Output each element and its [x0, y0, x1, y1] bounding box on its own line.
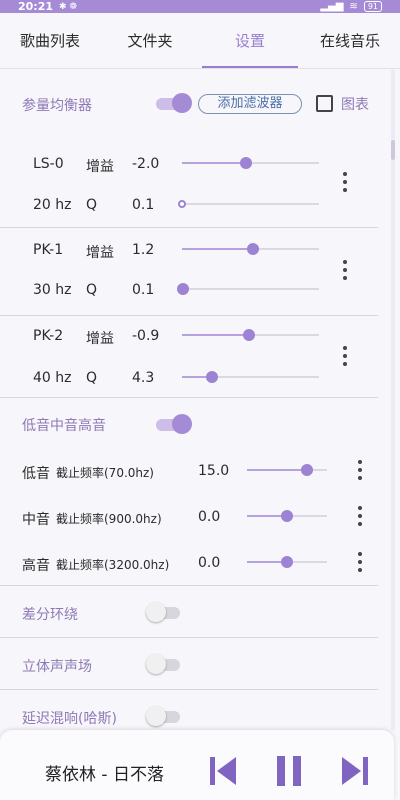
- band-slider[interactable]: [247, 464, 327, 476]
- surround-toggle[interactable]: [146, 602, 180, 622]
- scrollbar[interactable]: [391, 70, 395, 730]
- more-vert-icon[interactable]: [355, 506, 365, 528]
- band-name: 高音: [22, 558, 50, 574]
- band-cutoff: 截止频率(3200.0hz): [56, 558, 170, 572]
- filter-frequency: 20 hz: [33, 197, 72, 213]
- tab-folder[interactable]: 文件夹: [100, 13, 200, 68]
- previous-icon[interactable]: [208, 754, 238, 788]
- tone-band-bass: 低音 截止频率(70.0hz) 15.0: [0, 448, 378, 494]
- band-name: 低音: [22, 466, 50, 482]
- toggle-row-label: 差分环绕: [22, 607, 78, 623]
- more-vert-icon[interactable]: [355, 552, 365, 574]
- tab-song-list[interactable]: 歌曲列表: [0, 13, 100, 68]
- tone-band-treble: 高音 截止频率(3200.0hz) 0.0: [0, 540, 378, 586]
- toggle-row-label: 延迟混响(哈斯): [22, 711, 117, 727]
- stereo-field-toggle[interactable]: [146, 654, 180, 674]
- next-icon[interactable]: [340, 754, 370, 788]
- slider-thumb[interactable]: [177, 283, 190, 295]
- gain-slider[interactable]: [182, 243, 319, 255]
- toggle-row-haas-reverb: 延迟混响(哈斯): [0, 690, 378, 730]
- gain-label: 增益: [86, 245, 114, 261]
- band-value: 0.0: [198, 555, 221, 571]
- q-label: Q: [86, 370, 98, 386]
- filter-frequency: 40 hz: [33, 370, 72, 386]
- toggle-knob: [146, 602, 166, 622]
- slider-thumb[interactable]: [281, 556, 293, 568]
- slider-thumb[interactable]: [281, 510, 293, 522]
- gain-slider[interactable]: [182, 329, 319, 341]
- band-slider[interactable]: [247, 556, 327, 568]
- signal-icon: ▂▄▆: [320, 1, 344, 12]
- more-vert-icon[interactable]: [355, 460, 365, 482]
- q-label: Q: [86, 197, 98, 213]
- toggle-knob: [146, 654, 166, 674]
- q-label: Q: [86, 282, 98, 298]
- equalizer-toggle[interactable]: [156, 93, 192, 113]
- q-slider[interactable]: [177, 283, 319, 295]
- band-slider[interactable]: [247, 510, 327, 522]
- haas-reverb-toggle[interactable]: [146, 706, 180, 726]
- toggle-row-surround: 差分环绕: [0, 586, 378, 638]
- tone-title: 低音中音高音: [22, 418, 106, 434]
- equalizer-title: 参量均衡器: [22, 98, 92, 114]
- add-filter-button[interactable]: 添加滤波器: [198, 94, 302, 114]
- notification-icon: ✱ ❁: [59, 1, 77, 12]
- filter-card: PK-2 增益 -0.9 40 hz Q 4.3: [0, 316, 378, 398]
- tab-bar: 歌曲列表 文件夹 设置 在线音乐: [0, 13, 400, 69]
- toggle-knob: [146, 706, 166, 726]
- filter-name: PK-2: [33, 328, 64, 344]
- q-value: 0.1: [132, 282, 155, 298]
- status-icons: ▂▄▆ ≋ 91: [320, 1, 382, 12]
- filter-card: LS-0 增益 -2.0 20 hz Q 0.1: [0, 140, 378, 228]
- more-vert-icon[interactable]: [340, 172, 350, 194]
- gain-label: 增益: [86, 331, 114, 347]
- scrollbar-thumb[interactable]: [391, 140, 395, 160]
- toggle-knob: [172, 414, 192, 434]
- tone-toggle[interactable]: [156, 414, 192, 434]
- now-playing-title[interactable]: 蔡依林 - 日不落: [45, 760, 177, 785]
- slider-thumb[interactable]: [301, 464, 313, 476]
- band-cutoff: 截止频率(900.0hz): [56, 512, 162, 526]
- q-value: 4.3: [132, 370, 155, 386]
- chart-label: 图表: [341, 97, 369, 113]
- q-slider[interactable]: [182, 371, 319, 383]
- gain-value: 1.2: [132, 242, 155, 258]
- settings-content: 参量均衡器 添加滤波器 图表 LS-0 增益 -2.0 20 hz Q 0.1 …: [0, 70, 390, 730]
- toggle-knob: [172, 93, 192, 113]
- tone-band-mid: 中音 截止频率(900.0hz) 0.0: [0, 494, 378, 540]
- filter-name: PK-1: [33, 242, 64, 258]
- gain-slider[interactable]: [182, 157, 319, 169]
- wifi-icon: ≋: [349, 1, 358, 12]
- pause-icon[interactable]: [274, 754, 304, 788]
- battery-icon: 91: [363, 1, 382, 12]
- band-name: 中音: [22, 512, 50, 528]
- slider-thumb[interactable]: [243, 329, 256, 341]
- q-slider[interactable]: [178, 198, 319, 210]
- tab-online-music[interactable]: 在线音乐: [300, 13, 400, 68]
- band-cutoff: 截止频率(70.0hz): [56, 466, 154, 480]
- gain-value: -0.9: [132, 328, 160, 344]
- toggle-row-label: 立体声声场: [22, 659, 92, 675]
- slider-thumb[interactable]: [206, 371, 219, 383]
- more-vert-icon[interactable]: [340, 346, 350, 368]
- tab-settings[interactable]: 设置: [200, 13, 300, 68]
- filter-card: PK-1 增益 1.2 30 hz Q 0.1: [0, 228, 378, 316]
- filter-frequency: 30 hz: [33, 282, 72, 298]
- filter-name: LS-0: [33, 156, 64, 172]
- band-value: 0.0: [198, 509, 221, 525]
- slider-thumb[interactable]: [240, 157, 253, 169]
- toggle-row-stereo-field: 立体声声场: [0, 638, 378, 690]
- band-value: 15.0: [198, 463, 230, 479]
- q-value: 0.1: [132, 197, 155, 213]
- slider-thumb[interactable]: [247, 243, 260, 255]
- mini-player[interactable]: 蔡依林 - 日不落: [0, 730, 394, 800]
- slider-thumb[interactable]: [178, 200, 186, 208]
- gain-label: 增益: [86, 159, 114, 175]
- chart-checkbox[interactable]: [316, 95, 333, 112]
- more-vert-icon[interactable]: [340, 260, 350, 282]
- status-time: 20:21: [18, 0, 54, 13]
- gain-value: -2.0: [132, 156, 160, 172]
- status-bar: 20:21 ✱ ❁ ▂▄▆ ≋ 91: [0, 0, 400, 13]
